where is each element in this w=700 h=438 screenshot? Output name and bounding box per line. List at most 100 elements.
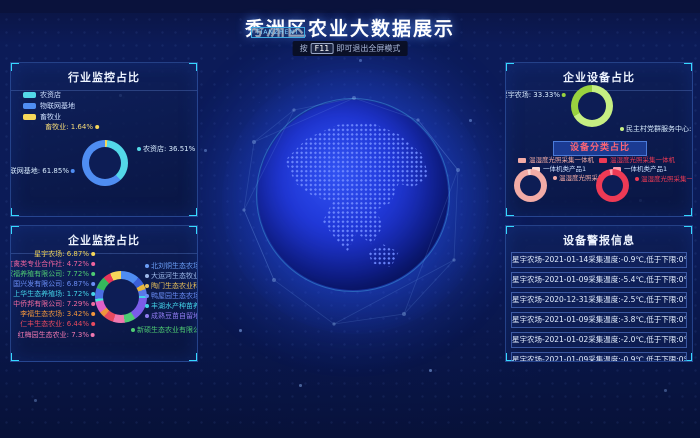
series-dot (145, 314, 149, 318)
legend-item: 畜牧业 (23, 113, 61, 121)
donut-hole (103, 279, 139, 315)
callout-text: 成熟豆苗自留地: 15.02% (151, 312, 198, 320)
alarm-list: 星宇农场-2021-01-14采集温度:-0.9℃,低于下限:0℃ 星宇农场-2… (511, 252, 687, 362)
callout-text: 丰湖水产种苗养殖场: 1. (151, 302, 198, 310)
alarm-row: 星宇农场-2021-01-02采集温度:-2.0℃,低于下限:0℃ (511, 332, 687, 348)
chart-callout: 丰湖水产种苗养殖场: 1. (143, 302, 198, 310)
page-title: 秀洲区农业大数据展示 (0, 14, 700, 41)
legend-label: 一体机类产品1 (624, 165, 667, 173)
panel-title: 行业监控占比 (11, 63, 197, 91)
corner-decoration (10, 62, 19, 71)
callout-text: 陶门生态农业科技有限公 (151, 282, 198, 290)
chart-callout: 新硕生态农业有限公司: 6.87 (129, 326, 198, 334)
chart-callout: 北刘铜生态农场: 11.56% (143, 262, 198, 270)
chart-callout: 温湿度光照采集一 (633, 175, 693, 183)
callout-text: 畜牧业: 1.64% (45, 123, 93, 131)
chart-callout: 物联网基地: 61.85% (10, 167, 77, 175)
chart-callout: 上华生态养殖场: 1.72% (13, 290, 97, 298)
series-dot (95, 125, 99, 129)
callout-text: 上华生态养殖场: 1.72% (13, 290, 89, 298)
callout-text: 温湿度光照采集一 (641, 175, 693, 183)
callout-text: 彩虹禽类专业合作社: 4.72% (10, 260, 89, 268)
donut-hole (602, 175, 623, 196)
alarm-row: 星宇农场-2021-01-09采集温度:-5.4℃,低于下限:0℃ (511, 272, 687, 288)
callout-text: 红梅园生态农业: 7.3% (18, 331, 89, 339)
callout-text: 仁丰生态农业: 6.44% (20, 320, 89, 328)
series-dot (145, 294, 149, 298)
corner-decoration (684, 225, 693, 234)
corner-decoration (189, 225, 198, 234)
f11-key-badge: F11 (311, 43, 334, 54)
corner-decoration (505, 62, 514, 71)
device-class-left-donut (514, 169, 547, 202)
series-dot (91, 302, 95, 306)
series-dot (91, 333, 95, 337)
legend-item: 温湿度光照采集一体机 (518, 157, 594, 164)
series-dot (91, 292, 95, 296)
callout-text: 民主村党群服务中心: (626, 125, 691, 133)
donut-hole (578, 92, 606, 120)
chart-callout: 星宇农场: 33.33% (505, 91, 568, 99)
panel-device-alarms: 设备警报信息 星宇农场-2021-01-14采集温度:-0.9℃,低于下限:0℃… (505, 225, 693, 362)
callout-text: 星宇农场: 33.33% (505, 91, 560, 99)
panel-enterprise-ratio: 企业监控占比 星宇农场: 6.87% 彩虹禽类专业合作社: 4.72% 家福养殖… (10, 225, 198, 362)
callout-text: 鸭屋园生态农场: 4.29 (151, 292, 198, 300)
callout-text: 大运河生态牧业有限责任公 (151, 272, 198, 280)
corner-decoration (189, 62, 198, 71)
legend-label: 农资店 (40, 91, 61, 99)
legend-item: 农资店 (23, 91, 61, 99)
callout-text: 北刘铜生态农场: 11.56% (151, 262, 198, 270)
alarm-row: 星宇农场-2021-01-09采集温度:-3.8℃,低于下限:0℃ (511, 312, 687, 328)
corner-decoration (505, 208, 514, 217)
series-dot (91, 252, 95, 256)
panel-industry-ratio: 行业监控占比 农资店 物联网基地 畜牧业 畜牧业: 1.64% 农资店: 36.… (10, 62, 198, 217)
series-dot (145, 264, 149, 268)
panel-title: 设备警报信息 (506, 226, 692, 253)
callout-text: 农资店: 36.51% (143, 145, 195, 153)
hint-suffix: 即可退出全屏模式 (336, 44, 400, 53)
series-dot (91, 312, 95, 316)
enterprise-donut-chart (95, 271, 147, 323)
equipment-donut-chart (571, 85, 613, 127)
chart-callout: 畜牧业: 1.64% (45, 123, 101, 131)
legend-label: 畜牧业 (40, 113, 61, 121)
device-class-section-title: 设备分类占比 (553, 141, 647, 156)
chart-callout: 中侨邦有限公司: 7.29% (13, 300, 97, 308)
series-dot (145, 304, 149, 308)
corner-decoration (189, 208, 198, 217)
bottom-band-decoration (0, 430, 700, 438)
corner-decoration (10, 225, 19, 234)
series-dot (145, 284, 149, 288)
corner-decoration (189, 353, 198, 362)
chart-callout: 彩虹禽类专业合作社: 4.72% (10, 260, 97, 268)
top-band-decoration (0, 0, 700, 13)
legend-swatch (599, 158, 607, 163)
donut-hole (89, 147, 121, 179)
series-dot (620, 127, 624, 131)
corner-decoration (684, 62, 693, 71)
chart-callout: 成熟豆苗自留地: 15.02% (143, 312, 198, 320)
callout-text: 新硕生态农业有限公司: 6.87 (137, 326, 198, 334)
industry-donut-chart (82, 140, 128, 186)
callout-text: 国兴发有限公司: 6.87% (13, 280, 89, 288)
series-dot (635, 177, 639, 181)
network-mesh-decoration (236, 82, 472, 338)
chart-callout: 国兴发有限公司: 6.87% (13, 280, 97, 288)
series-dot (131, 328, 135, 332)
chart-callout: 鸭屋园生态农场: 4.29 (143, 292, 198, 300)
legend-label: 温湿度光照采集一体机 (610, 156, 675, 164)
series-dot (137, 147, 141, 151)
chart-callout: 陶门生态农业科技有限公 (143, 282, 198, 290)
legend-swatch (518, 158, 526, 163)
chart-callout: 星宇农场: 6.87% (34, 250, 97, 258)
callout-text: 家福养殖有限公司: 7.72% (10, 270, 89, 278)
series-dot (91, 322, 95, 326)
series-dot (553, 176, 557, 180)
hint-prefix: 按 (300, 44, 308, 53)
corner-decoration (10, 353, 19, 362)
alarm-row: 星宇农场-2021-01-09采集温度:-0.9℃,低于下限:0℃ (511, 352, 687, 362)
legend-swatch (23, 103, 36, 109)
callout-text: 星宇农场: 6.87% (34, 250, 89, 258)
chart-callout: 仁丰生态农业: 6.44% (20, 320, 97, 328)
corner-decoration (505, 225, 514, 234)
